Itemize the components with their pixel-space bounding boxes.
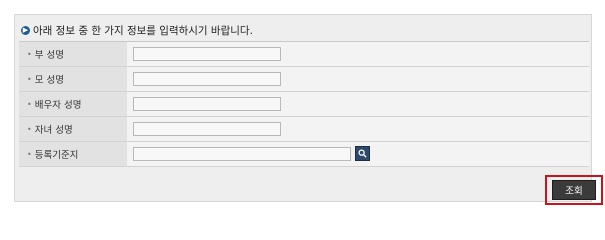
spouse-name-label: • 배우자 성명: [19, 92, 127, 116]
submit-button[interactable]: 조회: [552, 180, 596, 200]
father-name-label-text: 부 성명: [34, 50, 64, 61]
child-name-input[interactable]: [133, 122, 281, 136]
bullet-icon: •: [27, 124, 32, 134]
spouse-name-cell: [127, 92, 589, 116]
arrow-bullet-icon: ▶: [21, 25, 30, 35]
mother-name-input[interactable]: [133, 72, 281, 86]
bullet-icon: •: [27, 149, 32, 159]
form-row-mother: • 모 성명: [19, 67, 589, 92]
form-heading-text: 아래 정보 중 한 가지 정보를 입력하시기 바랍니다.: [33, 24, 253, 37]
form-row-spouse: • 배우자 성명: [19, 92, 589, 117]
form-row-child: • 자녀 성명: [19, 117, 589, 142]
form-table: • 부 성명 • 모 성명 • 배우자 성명 • 자녀 성명 • 등록기준지: [19, 41, 589, 167]
bullet-icon: •: [27, 74, 32, 84]
address-search-button[interactable]: [355, 146, 370, 161]
form-heading: ▶ 아래 정보 중 한 가지 정보를 입력하시기 바랍니다.: [21, 22, 253, 38]
mother-name-cell: [127, 67, 589, 91]
father-name-label: • 부 성명: [19, 42, 127, 66]
father-name-input[interactable]: [133, 47, 281, 61]
registration-base-cell: [127, 142, 589, 166]
child-name-label: • 자녀 성명: [19, 117, 127, 141]
registration-base-label-text: 등록기준지: [34, 150, 79, 161]
spouse-name-label-text: 배우자 성명: [34, 100, 82, 111]
registration-base-input[interactable]: [133, 147, 351, 161]
mother-name-label: • 모 성명: [19, 67, 127, 91]
bullet-icon: •: [27, 99, 32, 109]
form-row-registration-base: • 등록기준지: [19, 142, 589, 167]
father-name-cell: [127, 42, 589, 66]
child-name-cell: [127, 117, 589, 141]
child-name-label-text: 자녀 성명: [34, 125, 73, 136]
spouse-name-input[interactable]: [133, 97, 281, 111]
registration-base-label: • 등록기준지: [19, 142, 127, 166]
submit-highlight-box: 조회: [545, 175, 603, 205]
search-form-panel: ▶ 아래 정보 중 한 가지 정보를 입력하시기 바랍니다. • 부 성명 • …: [14, 14, 603, 205]
form-row-father: • 부 성명: [19, 42, 589, 67]
mother-name-label-text: 모 성명: [34, 75, 64, 86]
search-icon: [358, 149, 367, 158]
bullet-icon: •: [27, 49, 32, 59]
